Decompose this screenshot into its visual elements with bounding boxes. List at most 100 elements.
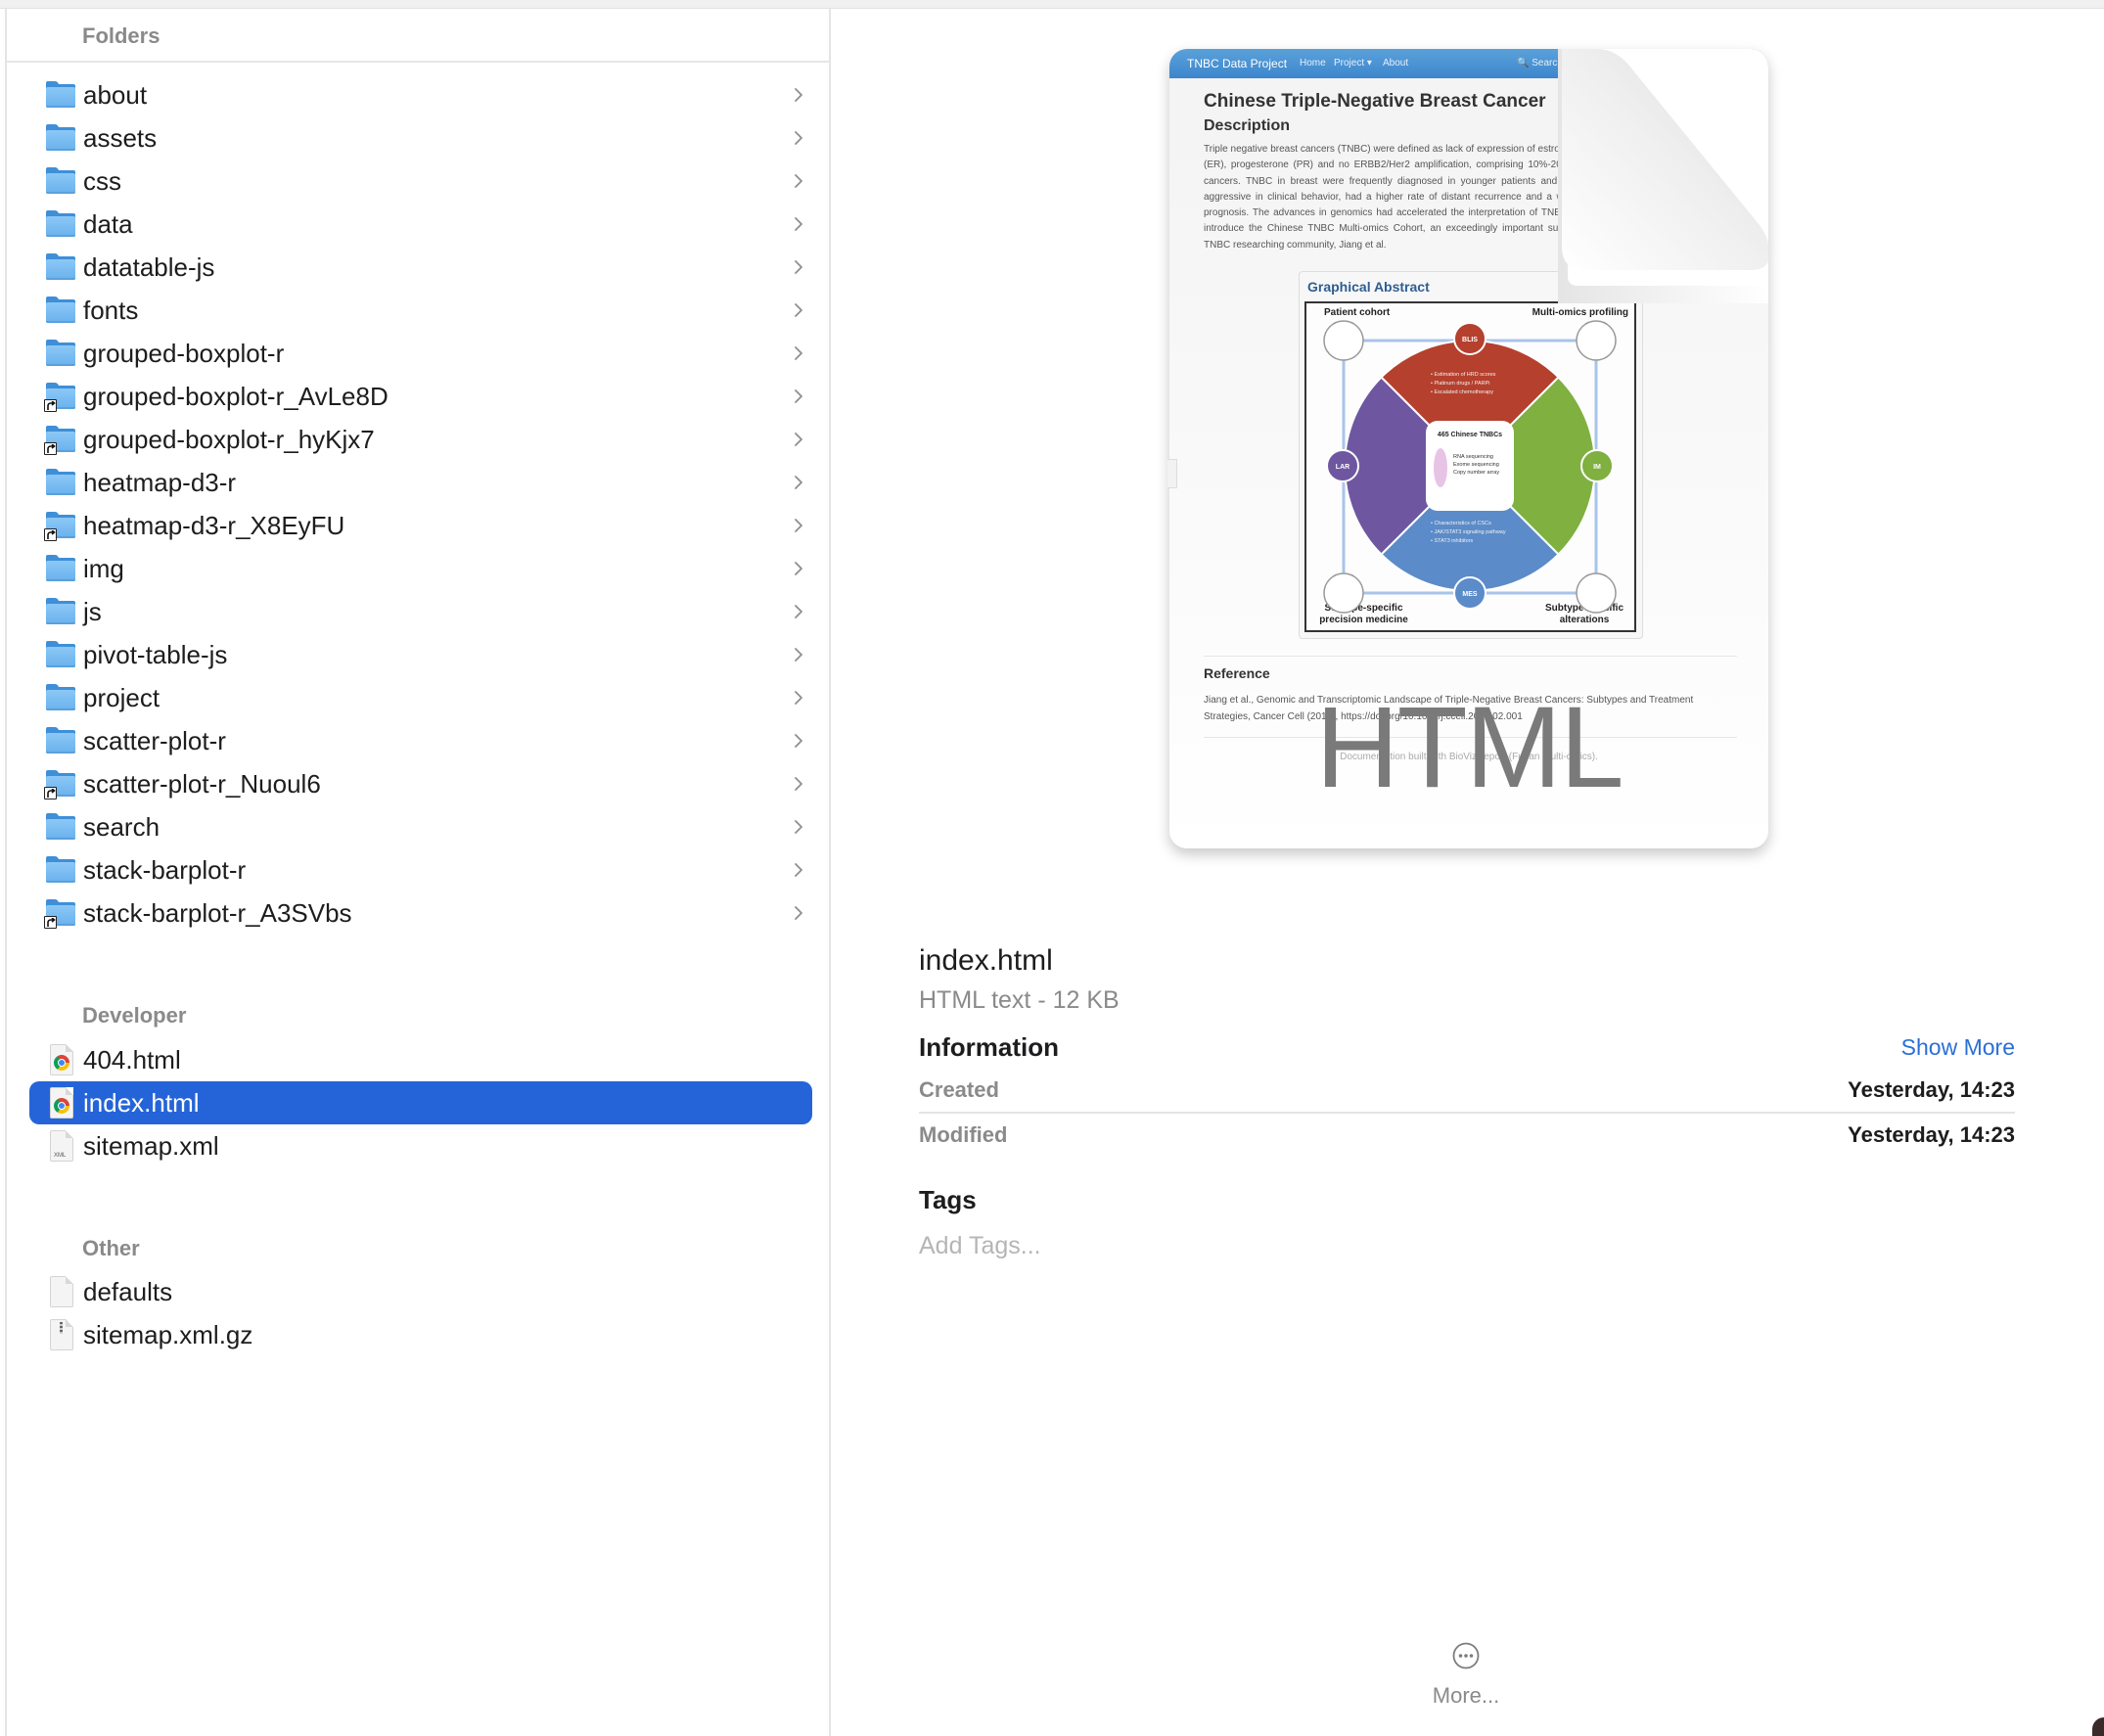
file-row-selected[interactable]: index.html (29, 1081, 812, 1124)
other-section-header: Other (82, 1236, 140, 1260)
preview-graphical-abstract: Graphical Abstract Patient cohort Multi-… (1299, 271, 1643, 639)
folders-section-header: Folders (82, 23, 160, 48)
chevron-right-icon[interactable] (792, 688, 805, 708)
folder-row[interactable]: img (29, 547, 812, 590)
preview-page-tab-icon[interactable] (1167, 459, 1177, 488)
preview-nav-search: 🔍 Search (1517, 58, 1563, 69)
ga-diagram: BLIS • Estimation of HRD scores • Platinum… (1323, 320, 1617, 614)
file-row[interactable]: sitemap.xml.gz (29, 1313, 812, 1356)
alias-arrow-icon (44, 528, 57, 541)
folder-name: fonts (83, 295, 139, 325)
more-button[interactable]: More... (1417, 1629, 1515, 1717)
folder-alias-icon (44, 899, 75, 929)
chevron-right-icon[interactable] (792, 343, 805, 363)
folder-icon (46, 210, 75, 238)
chevron-right-icon[interactable] (792, 559, 805, 578)
ga-subtype-name: LAR (1336, 464, 1349, 471)
chevron-right-icon[interactable] (792, 516, 805, 535)
preview-brand: TNBC Data Project (1187, 57, 1288, 70)
folder-icon (46, 340, 75, 367)
folder-row[interactable]: heatmap-d3-r_X8EyFU (29, 504, 812, 547)
preview-description-heading: Description (1204, 117, 1291, 134)
folder-row[interactable]: stack-barplot-r (29, 848, 812, 891)
folder-row[interactable]: stack-barplot-r_A3SVbs (29, 891, 812, 935)
alias-arrow-icon (44, 399, 57, 412)
file-row[interactable]: 404.html (29, 1038, 812, 1081)
chevron-right-icon[interactable] (792, 128, 805, 148)
alias-arrow-icon (44, 442, 57, 455)
folder-row[interactable]: about (29, 73, 812, 116)
ga-corner-icon (1576, 572, 1617, 614)
window-top-strip (0, 0, 2104, 9)
folder-icon (46, 555, 75, 582)
file-preview-thumbnail[interactable]: TNBC Data Project Home Project ▾ About 🔍… (1169, 49, 1768, 848)
folder-name: css (83, 165, 121, 196)
chevron-right-icon[interactable] (792, 257, 805, 277)
folder-name: grouped-boxplot-r_hyKjx7 (83, 424, 375, 454)
sidebar-file-list: Folders about assets css data datatable-js fo… (5, 9, 831, 1736)
chevron-right-icon[interactable] (792, 817, 805, 837)
chevron-right-icon[interactable] (792, 903, 805, 923)
file-row[interactable]: defaults (29, 1270, 812, 1313)
folder-row[interactable]: heatmap-d3-r (29, 461, 812, 504)
ga-subtype-point: • Platinum drugs / PARPi (1431, 381, 1490, 387)
chevron-right-icon[interactable] (792, 171, 805, 191)
folder-alias-icon (44, 383, 75, 412)
folder-row[interactable]: js (29, 590, 812, 633)
graphical-abstract-title: Graphical Abstract (1307, 279, 1430, 295)
folder-row[interactable]: datatable-js (29, 246, 812, 289)
folder-row[interactable]: grouped-boxplot-r_AvLe8D (29, 375, 812, 418)
info-row-created: Created Yesterday, 14:23 (919, 1077, 2015, 1113)
folder-icon (46, 469, 75, 496)
ga-subtype-name: IM (1593, 464, 1601, 471)
chevron-right-icon[interactable] (792, 860, 805, 880)
xml-badge: XML (54, 1153, 67, 1159)
folder-icon (46, 684, 75, 711)
ga-subtype-name: BLIS (1462, 337, 1478, 343)
info-created-value: Yesterday, 14:23 (1848, 1077, 2015, 1102)
folder-row[interactable]: data (29, 203, 812, 246)
chevron-right-icon[interactable] (792, 387, 805, 406)
chevron-right-icon[interactable] (792, 300, 805, 320)
file-row[interactable]: XML sitemap.xml (29, 1124, 812, 1167)
folder-name: js (83, 596, 102, 626)
preview-pane: TNBC Data Project Home Project ▾ About 🔍… (833, 9, 2104, 1736)
folder-row[interactable]: search (29, 805, 812, 848)
folder-name: scatter-plot-r_Nuoul6 (83, 768, 321, 799)
folder-row[interactable]: grouped-boxplot-r (29, 332, 812, 375)
folder-row[interactable]: scatter-plot-r_Nuoul6 (29, 762, 812, 805)
folder-row[interactable]: css (29, 160, 812, 203)
archive-file-icon (46, 1319, 75, 1350)
show-more-link[interactable]: Show More (1901, 1034, 2015, 1061)
folder-row[interactable]: project (29, 676, 812, 719)
folder-icon (46, 81, 75, 109)
folder-row[interactable]: fonts (29, 289, 812, 332)
folder-name: heatmap-d3-r_X8EyFU (83, 510, 345, 540)
chevron-right-icon[interactable] (792, 731, 805, 751)
ga-center-item: Exome sequencing (1453, 462, 1499, 468)
ga-center-item: RNA sequencing (1453, 454, 1493, 460)
chevron-right-icon[interactable] (792, 645, 805, 664)
alias-arrow-icon (44, 916, 57, 929)
folder-icon (46, 641, 75, 668)
folder-row[interactable]: grouped-boxplot-r_hyKjx7 (29, 418, 812, 461)
ga-corner-icon (1323, 572, 1364, 614)
info-modified-label: Modified (919, 1122, 1008, 1147)
folder-name: pivot-table-js (83, 639, 228, 669)
chevron-right-icon[interactable] (792, 602, 805, 621)
file-name-title: index.html (919, 944, 1053, 977)
chevron-right-icon[interactable] (792, 473, 805, 492)
folder-alias-icon (44, 770, 75, 799)
folder-row[interactable]: scatter-plot-r (29, 719, 812, 762)
file-name: defaults (83, 1276, 173, 1306)
chevron-right-icon[interactable] (792, 214, 805, 234)
ga-corner-icon (1323, 320, 1364, 361)
folder-row[interactable]: assets (29, 116, 812, 160)
ga-center-title: 465 Chinese TNBCs (1438, 432, 1502, 438)
chevron-right-icon[interactable] (792, 85, 805, 105)
chevron-right-icon[interactable] (792, 430, 805, 449)
add-tags-input[interactable] (919, 1228, 1408, 1263)
folder-row[interactable]: pivot-table-js (29, 633, 812, 676)
chevron-right-icon[interactable] (792, 774, 805, 794)
blank-file-icon (46, 1276, 75, 1307)
